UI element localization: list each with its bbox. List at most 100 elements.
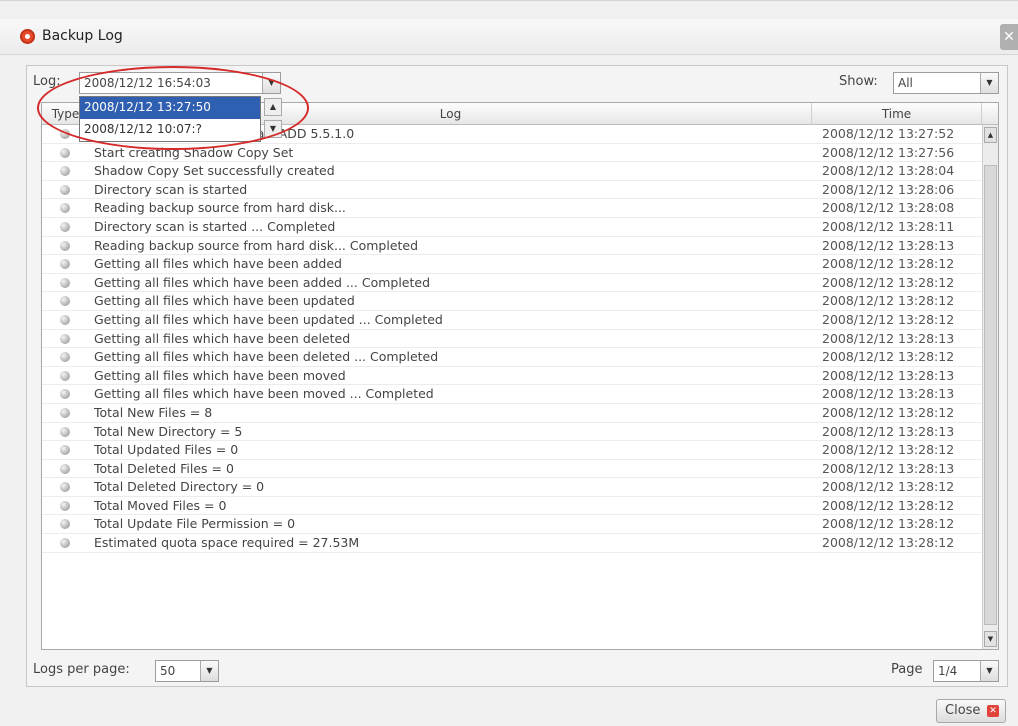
table-row[interactable]: Directory scan is started 2008/12/12 13:2…	[42, 181, 982, 200]
table-row[interactable]: Getting all files which have been delete…	[42, 330, 982, 349]
log-message: Shadow Copy Set successfully created	[94, 163, 335, 179]
log-table: Type Log Time Start: backup job...: CMeB…	[41, 102, 999, 650]
log-message: Getting all files which have been delete…	[94, 349, 439, 365]
log-message: Directory scan is started	[94, 181, 248, 197]
table-row[interactable]: Start creating Shadow Copy Set 2008/12/12…	[42, 144, 982, 163]
window-title: Backup Log	[42, 28, 123, 44]
table-row[interactable]: Total Update File Permission = 0 2008/12/…	[42, 515, 982, 535]
log-message: Total New Files = 8	[94, 404, 213, 420]
table-row[interactable]: Estimated quota space required = 27.53M 2…	[42, 534, 982, 553]
table-row[interactable]: Getting all files which have been moved 2…	[42, 367, 982, 386]
info-icon	[60, 259, 70, 270]
table-row[interactable]: Total Moved Files = 0 2008/12/12 13:28:12	[42, 497, 982, 516]
chevron-down-icon[interactable]: ▼	[980, 73, 998, 93]
table-row[interactable]: Getting all files which have been update…	[42, 292, 982, 311]
info-icon	[60, 296, 70, 307]
scroll-down-icon[interactable]: ▼	[984, 631, 997, 647]
table-row[interactable]: Getting all files which have been delete…	[42, 348, 982, 367]
info-icon	[60, 538, 70, 549]
log-select[interactable]: 2008/12/12 16:54:03 ▼	[79, 72, 281, 94]
info-icon	[60, 166, 70, 177]
log-time: 2008/12/12 13:28:11	[822, 218, 955, 234]
log-time: 2008/12/12 13:28:12	[822, 479, 955, 495]
info-icon	[60, 463, 70, 474]
info-icon	[60, 445, 70, 456]
log-time: 2008/12/12 13:28:08	[822, 200, 955, 216]
log-message: Total Update File Permission = 0	[94, 516, 296, 532]
close-icon[interactable]: ✕	[1000, 24, 1018, 50]
chevron-down-icon[interactable]: ▼	[262, 73, 280, 93]
log-time: 2008/12/12 13:28:12	[822, 516, 955, 532]
log-time: 2008/12/12 13:28:12	[822, 404, 955, 420]
log-message: Getting all files which have been update…	[94, 311, 443, 327]
scrollbar-thumb[interactable]	[984, 165, 997, 625]
table-row[interactable]: Getting all files which have been added …	[42, 274, 982, 293]
table-row[interactable]: Total Deleted Directory = 0 2008/12/12 13…	[42, 478, 982, 497]
log-time: 2008/12/12 13:28:12	[822, 274, 955, 290]
log-label: Log:	[33, 74, 61, 89]
info-icon	[60, 407, 70, 418]
column-header-time[interactable]: Time	[812, 103, 982, 125]
close-button[interactable]: Close ✕	[936, 699, 1006, 723]
info-icon	[60, 482, 70, 493]
log-time: 2008/12/12 13:28:13	[822, 367, 955, 383]
log-message: Getting all files which have been update…	[94, 293, 355, 309]
log-message: Total New Directory = 5	[94, 423, 243, 439]
log-message: Reading backup source from hard disk...	[94, 200, 346, 216]
close-icon: ✕	[987, 705, 999, 717]
table-row[interactable]: Directory scan is started ... Completed 2…	[42, 218, 982, 237]
table-row[interactable]: Getting all files which have been moved …	[42, 385, 982, 404]
log-message: Getting all files which have been added …	[94, 274, 431, 290]
table-row[interactable]: Total Updated Files = 0 2008/12/12 13:28:…	[42, 441, 982, 460]
chevron-down-icon[interactable]: ▼	[200, 661, 218, 681]
log-time: 2008/12/12 13:28:13	[822, 423, 955, 439]
show-filter-value: All	[898, 76, 913, 90]
table-row[interactable]: Total New Files = 8 2008/12/12 13:28:12	[42, 404, 982, 423]
log-message: Estimated quota space required = 27.53M	[94, 535, 360, 551]
log-message: Getting all files which have been moved …	[94, 386, 434, 402]
table-row[interactable]: Total Deleted Files = 0 2008/12/12 13:28:…	[42, 460, 982, 479]
show-filter-select[interactable]: All ▼	[893, 72, 999, 94]
log-time: 2008/12/12 13:27:52	[822, 126, 955, 141]
info-icon	[60, 277, 70, 288]
chevron-down-icon[interactable]: ▼	[264, 120, 282, 138]
table-row[interactable]: Getting all files which have been update…	[42, 311, 982, 330]
log-option-label: 2008/12/12 10:07:?	[84, 122, 202, 136]
log-message: Total Moved Files = 0	[94, 497, 227, 513]
log-time: 2008/12/12 13:28:12	[822, 311, 955, 327]
table-row[interactable]: Shadow Copy Set successfully created 2008…	[42, 162, 982, 181]
chevron-down-icon[interactable]: ▼	[980, 661, 998, 681]
log-time: 2008/12/12 13:28:13	[822, 237, 955, 253]
log-time: 2008/12/12 13:28:12	[822, 256, 955, 272]
vertical-scrollbar[interactable]: ▲ ▼	[982, 125, 998, 649]
log-time: 2008/12/12 13:28:12	[822, 442, 955, 458]
table-row[interactable]: Getting all files which have been added 2…	[42, 255, 982, 274]
log-time: 2008/12/12 13:28:12	[822, 535, 955, 551]
show-label: Show:	[839, 74, 878, 89]
scroll-up-icon[interactable]: ▲	[984, 127, 997, 143]
table-row[interactable]: Reading backup source from hard disk... …	[42, 237, 982, 256]
log-option[interactable]: 2008/12/12 10:07:? ▼	[80, 119, 282, 141]
title-bar[interactable]: Backup Log ✕	[0, 19, 1018, 55]
close-button-label: Close	[945, 703, 981, 718]
page-label: Page	[891, 662, 923, 677]
info-icon	[60, 500, 70, 511]
log-panel: Log: 2008/12/12 16:54:03 ▼ Show: All ▼ 2…	[26, 65, 1008, 687]
log-dropdown-list: 2008/12/12 13:27:50 ▲ 2008/12/12 10:07:?…	[79, 96, 282, 142]
log-time: 2008/12/12 13:28:13	[822, 330, 955, 346]
table-row[interactable]: Total New Directory = 5 2008/12/12 13:28:…	[42, 423, 982, 442]
log-time: 2008/12/12 13:28:12	[822, 349, 955, 365]
log-select-value: 2008/12/12 16:54:03	[84, 76, 211, 90]
logs-per-page-select[interactable]: 50 ▼	[155, 660, 219, 682]
log-message: Total Updated Files = 0	[94, 442, 239, 458]
info-icon	[60, 129, 70, 139]
log-option[interactable]: 2008/12/12 13:27:50 ▲	[80, 97, 282, 119]
page-select[interactable]: 1/4 ▼	[933, 660, 999, 682]
info-icon	[60, 240, 70, 251]
log-time: 2008/12/12 13:28:12	[822, 293, 955, 309]
log-message: Total Deleted Files = 0	[94, 460, 234, 476]
chevron-up-icon[interactable]: ▲	[264, 98, 282, 116]
log-message: Start creating Shadow Copy Set	[94, 144, 294, 160]
table-row[interactable]: Reading backup source from hard disk... 2…	[42, 199, 982, 218]
info-icon	[60, 352, 70, 363]
